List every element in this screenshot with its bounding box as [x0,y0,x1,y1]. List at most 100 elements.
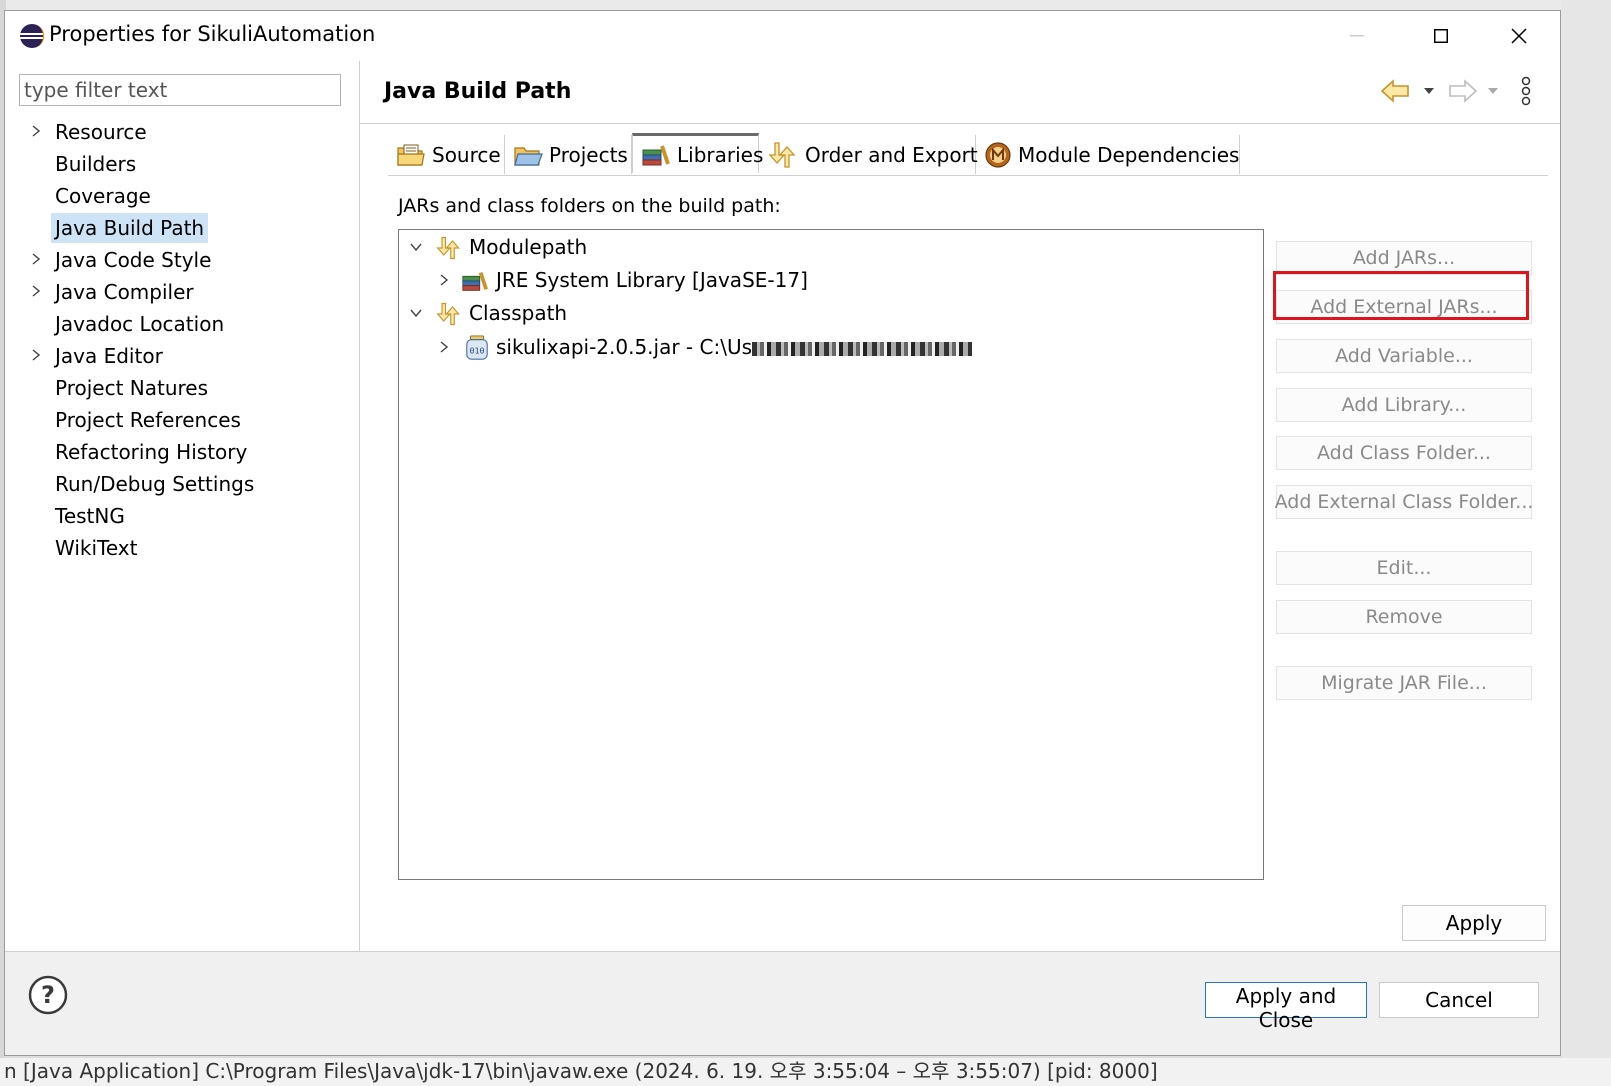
tree-item-label[interactable]: Javadoc Location [51,309,228,339]
module-icon [985,141,1011,168]
tree-item-resource[interactable]: Resource [5,117,359,147]
tree-item-label[interactable]: Builders [51,149,140,179]
tree-item-java-code-style[interactable]: Java Code Style [5,245,359,275]
add-variable-button[interactable]: Add Variable... [1276,339,1532,373]
apply-and-close-button[interactable]: Apply and Close [1205,982,1367,1032]
tab-label[interactable]: Source [432,143,501,167]
tree-node-classpath[interactable]: Classpath [399,298,1259,328]
chevron-down-icon[interactable] [409,240,423,254]
view-menu-button[interactable] [1520,75,1532,107]
migrate-jar-button[interactable]: Migrate JAR File... [1276,666,1532,700]
filter-input[interactable] [19,74,341,106]
background-console-status: n [Java Application] C:\Program Files\Ja… [0,1058,1611,1086]
tab-label[interactable]: Projects [549,143,628,167]
tree-item-label[interactable]: Coverage [51,181,155,211]
tree-node-sikulixapi-jar[interactable]: 010 sikulixapi-2.0.5.jar - C:\Us [399,332,1259,362]
maximize-icon [1434,29,1448,43]
tree-item-label[interactable]: Java Compiler [51,277,198,307]
tree-item-label[interactable]: Java Editor [51,341,167,371]
chevron-right-icon[interactable] [437,273,451,287]
highlight-box [1273,271,1529,320]
tree-item-refactoring-history[interactable]: Refactoring History [5,437,359,467]
build-path-tabs: Source Projects Libraries Order and Expo… [388,133,1548,176]
close-button[interactable] [1499,21,1539,51]
apply-button[interactable]: Apply [1402,905,1546,941]
tab-label[interactable]: Libraries [677,143,763,167]
jre-library-icon [462,272,488,291]
window-title: Properties for SikuliAutomation [49,22,376,46]
tab-module-dependencies[interactable]: Module Dependencies [976,135,1240,174]
tree-item-java-editor[interactable]: Java Editor [5,341,359,371]
properties-dialog: Properties for SikuliAutomation Resource… [4,10,1561,1056]
forward-button[interactable] [1448,75,1500,107]
tree-item-testng[interactable]: TestNG [5,501,359,531]
tree-node-label[interactable]: sikulixapi-2.0.5.jar - C:\Us [496,332,973,362]
tab-label[interactable]: Module Dependencies [1018,143,1239,167]
tab-projects[interactable]: Projects [505,135,632,174]
title-bar: Properties for SikuliAutomation [5,11,1560,61]
tree-node-modulepath[interactable]: Modulepath [399,232,1259,262]
dropdown-arrow-icon[interactable] [1486,86,1500,96]
tree-item-javadoc-location[interactable]: Javadoc Location [5,309,359,339]
redacted-path [752,341,973,356]
property-navigation-pane: Resource Builders Coverage Java Build Pa… [5,61,360,951]
tab-libraries[interactable]: Libraries [632,133,763,173]
add-library-button[interactable]: Add Library... [1276,388,1532,422]
tree-item-label[interactable]: Run/Debug Settings [51,469,258,499]
tree-item-label[interactable]: Project Natures [51,373,212,403]
classpath-icon [436,302,460,326]
background-window-edge-right [1561,0,1611,1086]
tree-item-label[interactable]: Java Code Style [51,245,215,275]
modulepath-icon [436,236,460,260]
eclipse-logo-icon [20,24,45,48]
tree-item-project-natures[interactable]: Project Natures [5,373,359,403]
projects-folder-icon [514,146,543,166]
tab-source[interactable]: Source [388,135,505,174]
tree-node-jre-system-library[interactable]: JRE System Library [JavaSE-17] [399,265,1259,295]
tab-label[interactable]: Order and Export [805,143,978,167]
chevron-right-icon[interactable] [29,284,43,298]
tree-item-project-references[interactable]: Project References [5,405,359,435]
chevron-right-icon[interactable] [29,348,43,362]
add-class-folder-button[interactable]: Add Class Folder... [1276,436,1532,470]
header-divider [360,123,1560,124]
tree-item-label[interactable]: TestNG [51,501,129,531]
tree-item-wikitext[interactable]: WikiText [5,533,359,563]
tab-order-and-export[interactable]: Order and Export [759,135,978,174]
edit-button[interactable]: Edit... [1276,551,1532,585]
back-button[interactable] [1380,75,1436,107]
tree-item-run-debug-settings[interactable]: Run/Debug Settings [5,469,359,499]
forward-arrow-icon[interactable] [1448,78,1478,104]
add-external-class-folder-button[interactable]: Add External Class Folder... [1275,485,1533,519]
chevron-right-icon[interactable] [29,252,43,266]
tree-item-label[interactable]: WikiText [51,533,141,563]
svg-text:010: 010 [469,346,484,356]
tree-node-label[interactable]: Modulepath [469,232,587,262]
tree-item-label-selected[interactable]: Java Build Path [51,213,209,243]
remove-button[interactable]: Remove [1276,600,1532,634]
tree-item-label[interactable]: Resource [51,117,151,147]
tree-item-coverage[interactable]: Coverage [5,181,359,211]
chevron-right-icon[interactable] [437,340,451,354]
chevron-down-icon[interactable] [409,306,423,320]
dropdown-arrow-icon[interactable] [1422,86,1436,96]
tree-item-java-build-path[interactable]: Java Build Path [5,213,359,243]
add-jars-button[interactable]: Add JARs... [1276,241,1532,275]
more-vertical-icon[interactable] [1520,76,1532,106]
svg-text:?: ? [41,981,55,1009]
cancel-button[interactable]: Cancel [1379,982,1539,1018]
tree-item-label[interactable]: Refactoring History [51,437,251,467]
back-arrow-icon[interactable] [1380,78,1410,104]
jar-file-icon: 010 [466,335,488,360]
tree-item-label[interactable]: Project References [51,405,245,435]
chevron-right-icon[interactable] [29,124,43,138]
help-icon[interactable]: ? [27,974,69,1016]
tree-node-label[interactable]: Classpath [469,298,567,328]
tree-item-builders[interactable]: Builders [5,149,359,179]
minimize-button[interactable] [1337,21,1377,51]
page-title: Java Build Path [384,79,572,104]
minimize-icon [1350,35,1364,37]
maximize-button[interactable] [1421,21,1461,51]
tree-node-label[interactable]: JRE System Library [JavaSE-17] [496,265,808,295]
tree-item-java-compiler[interactable]: Java Compiler [5,277,359,307]
